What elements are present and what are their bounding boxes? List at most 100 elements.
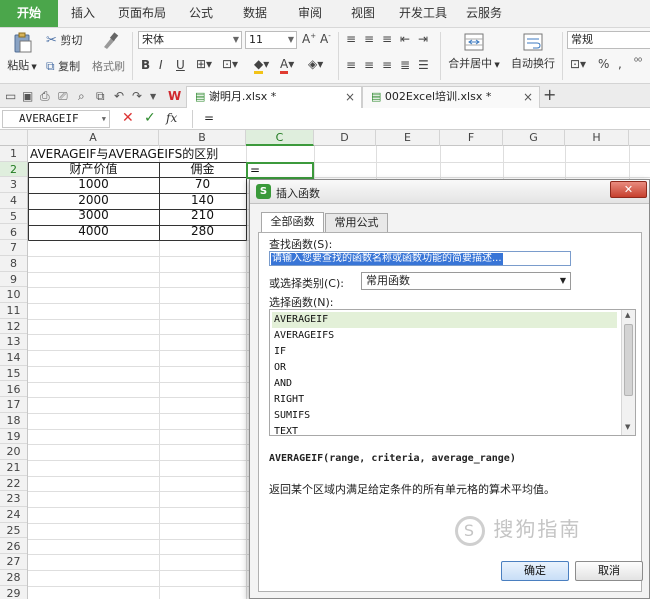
close-icon[interactable]: × (523, 87, 533, 107)
row-header-13[interactable]: 13 (0, 334, 27, 351)
category-select[interactable]: 常用函数 ▼ (361, 272, 571, 290)
tab-review[interactable]: 审阅 (284, 0, 336, 27)
bold-icon[interactable]: B (141, 58, 150, 72)
row-header-22[interactable]: 22 (0, 476, 27, 492)
cell-a1-title[interactable]: AVERAGEIF与AVERAGEIFS的区别 (30, 147, 218, 163)
open-folder-icon[interactable]: ▭ (5, 89, 16, 103)
cell-b2[interactable]: 佣金 (159, 162, 246, 178)
currency-icon[interactable]: ⊡▾ (570, 57, 586, 71)
cell-b5[interactable]: 210 (159, 208, 246, 224)
row-header-23[interactable]: 23 (0, 491, 27, 508)
row-header-11[interactable]: 11 (0, 303, 27, 319)
function-item-text[interactable]: TEXT (272, 424, 617, 435)
col-header-b[interactable]: B (159, 130, 246, 146)
function-item-averageif[interactable]: AVERAGEIF (272, 312, 617, 328)
cell-a3[interactable]: 1000 (28, 177, 159, 193)
row-header-1[interactable]: 1 (0, 146, 27, 162)
underline-icon[interactable]: U (176, 58, 185, 72)
merge-border-icon[interactable]: ⊡▾ (222, 57, 238, 71)
font-size-select[interactable]: 11 ▼ (245, 31, 297, 49)
row-header-7[interactable]: 7 (0, 240, 27, 256)
col-header-f[interactable]: F (440, 130, 503, 146)
row-header-16[interactable]: 16 (0, 382, 27, 398)
format-painter-button[interactable]: 格式刷 (92, 58, 125, 74)
col-header-e[interactable]: E (376, 130, 440, 146)
dialog-title-bar[interactable]: S 插入函数 ✕ (250, 180, 649, 204)
row-header-4[interactable]: 4 (0, 193, 27, 209)
tab-data[interactable]: 数据 (226, 0, 284, 27)
tab-home[interactable]: 开始 (0, 0, 58, 27)
doc-tab-1[interactable]: ▤ 谢明月.xlsx * × (186, 86, 362, 108)
undo-icon[interactable]: ↶ (114, 89, 124, 103)
new-tab-button[interactable]: + (543, 85, 556, 104)
cancel-button[interactable]: 取消 (575, 561, 643, 581)
scroll-up-icon[interactable]: ▲ (625, 311, 630, 319)
outdent-icon[interactable]: ⇥ (418, 32, 428, 46)
chevron-down-icon[interactable]: ▼ (150, 92, 156, 101)
row-header-8[interactable]: 8 (0, 256, 27, 272)
tab-page-layout[interactable]: 页面布局 (108, 0, 176, 27)
wrap-text-button[interactable]: 自动换行 (506, 32, 560, 71)
italic-icon[interactable]: I (159, 58, 163, 72)
cell-a2[interactable]: 财产价值 (28, 162, 159, 178)
align-center-icon[interactable]: ≡ (364, 58, 374, 72)
function-item-and[interactable]: AND (272, 376, 617, 392)
tab-cloud[interactable]: 云服务 (456, 0, 512, 27)
cell-b3[interactable]: 70 (159, 177, 246, 193)
clear-format-icon[interactable]: ◈▾ (308, 57, 323, 71)
row-header-3[interactable]: 3 (0, 177, 27, 194)
thousands-separator-icon[interactable]: , (618, 57, 622, 71)
ok-button[interactable]: 确定 (501, 561, 569, 581)
row-header-20[interactable]: 20 (0, 444, 27, 460)
decrease-font-icon[interactable]: A- (320, 32, 331, 46)
align-middle-icon[interactable]: ≡ (364, 32, 374, 46)
print-preview-icon[interactable]: ⌕ (78, 89, 85, 104)
tab-common-formulas[interactable]: 常用公式 (325, 213, 388, 233)
col-header-c[interactable]: C (246, 130, 314, 146)
print-icon[interactable]: ⎚ (58, 89, 68, 104)
distribute-icon[interactable]: ☰ (418, 58, 429, 72)
function-item-sumifs[interactable]: SUMIFS (272, 408, 617, 424)
active-cell-c2[interactable]: = (246, 162, 314, 179)
search-input[interactable]: 请输入您要查找的函数名称或函数功能的简要描述... (269, 251, 571, 266)
select-all-corner[interactable] (0, 130, 28, 146)
row-header-17[interactable]: 17 (0, 397, 27, 413)
font-name-select[interactable]: 宋体 ▼ (138, 31, 242, 49)
scrollbar-thumb[interactable] (624, 324, 633, 396)
function-list-scrollbar[interactable]: ▲ ▼ (621, 310, 635, 435)
increase-decimal-icon[interactable]: ⁰⁰ (634, 57, 642, 68)
row-header-24[interactable]: 24 (0, 507, 27, 523)
row-header-10[interactable]: 10 (0, 287, 27, 303)
row-header-25[interactable]: 25 (0, 523, 27, 539)
row-header-15[interactable]: 15 (0, 366, 27, 382)
row-header-12[interactable]: 12 (0, 319, 27, 335)
row-header-6[interactable]: 6 (0, 225, 27, 241)
align-top-icon[interactable]: ≡ (346, 32, 356, 46)
cell-b6[interactable]: 280 (159, 224, 246, 240)
tab-all-functions[interactable]: 全部函数 (261, 212, 324, 233)
save-icon[interactable]: ▣ (22, 89, 33, 103)
dialog-close-button[interactable]: ✕ (610, 181, 647, 198)
tab-view[interactable]: 视图 (336, 0, 390, 27)
col-header-d[interactable]: D (314, 130, 376, 146)
row-header-29[interactable]: 29 (0, 586, 27, 599)
row-header-2[interactable]: 2 (0, 161, 27, 178)
percent-button[interactable]: % (598, 57, 609, 71)
increase-font-icon[interactable]: A+ (302, 32, 316, 46)
col-header-g[interactable]: G (503, 130, 565, 146)
justify-icon[interactable]: ≣ (400, 58, 410, 72)
scroll-down-icon[interactable]: ▼ (625, 423, 630, 431)
cut-button[interactable]: ✂ 剪切 (46, 32, 82, 48)
merge-center-button[interactable]: 合并居中 ▼ (446, 32, 502, 71)
indent-icon[interactable]: ⇤ (400, 32, 410, 46)
row-header-27[interactable]: 27 (0, 554, 27, 570)
close-icon[interactable]: × (345, 87, 355, 107)
function-list[interactable]: AVERAGEIF AVERAGEIFS IF OR AND RIGHT SUM… (269, 309, 636, 436)
name-box[interactable]: AVERAGEIF ▼ (2, 110, 110, 128)
function-item-if[interactable]: IF (272, 344, 617, 360)
number-format-select[interactable]: 常规 (567, 31, 650, 49)
border-icon[interactable]: ⊞▾ (196, 57, 212, 71)
row-header-14[interactable]: 14 (0, 350, 27, 366)
fill-color-icon[interactable]: ◆▾ (254, 57, 269, 74)
row-header-18[interactable]: 18 (0, 413, 27, 429)
